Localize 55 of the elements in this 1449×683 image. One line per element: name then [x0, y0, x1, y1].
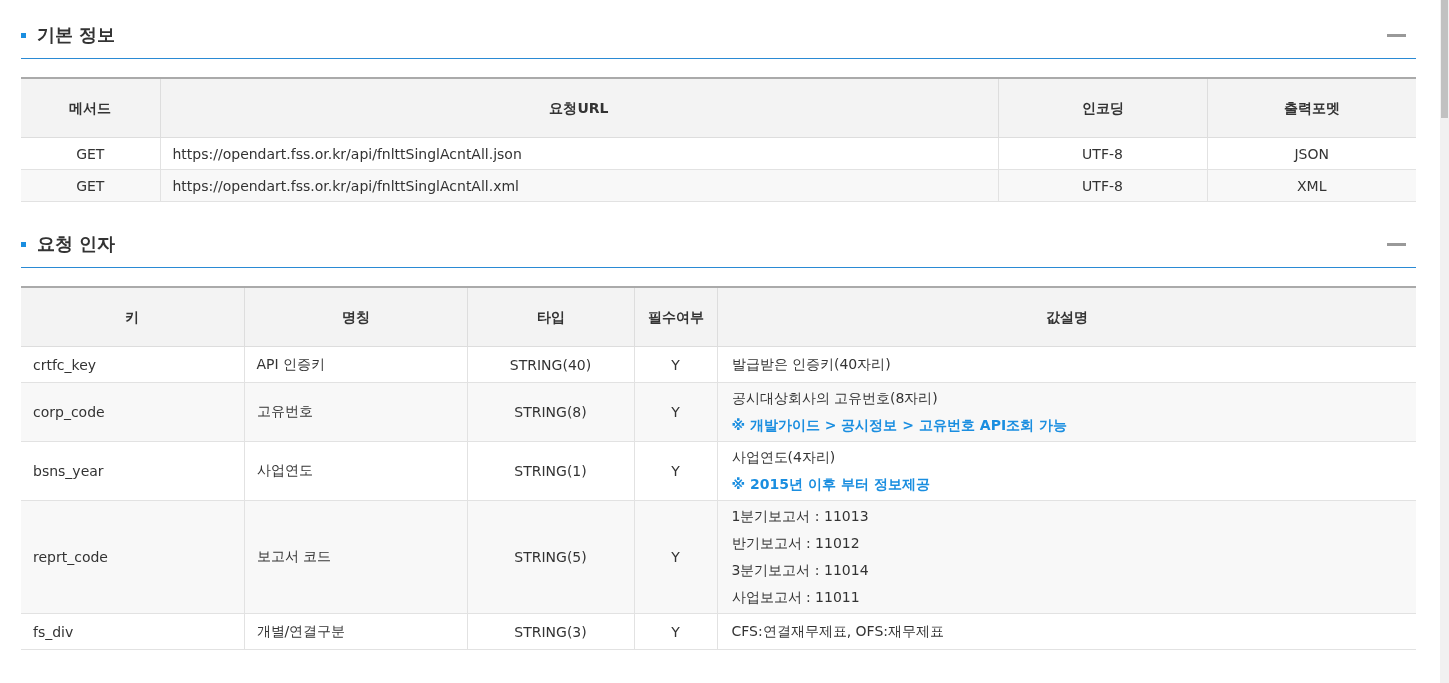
column-header: 메서드 [21, 78, 160, 138]
table-cell: API 인증키 [244, 346, 467, 383]
description-text: 발급받은 인증키(40자리) [731, 355, 892, 374]
table-cell: Y [634, 346, 717, 383]
table-cell: JSON [1207, 137, 1416, 170]
table-cell: corp_code [21, 382, 244, 442]
table-cell: STRING(8) [467, 382, 634, 442]
table-cell: https://opendart.fss.or.kr/api/fnlttSinglAcntAll.json [160, 137, 998, 170]
column-header: 인코딩 [998, 78, 1207, 138]
scrollbar-thumb[interactable] [1441, 0, 1448, 118]
section-title: 요청 인자 [37, 232, 116, 256]
description-text: 공시대상회사의 고유번호(8자리) [731, 389, 939, 408]
description-text: 사업연도(4자리) [731, 448, 837, 467]
table-cell: 고유번호 [244, 382, 467, 442]
column-header: 명칭 [244, 287, 467, 347]
table-cell: fs_div [21, 613, 244, 650]
table-cell: STRING(3) [467, 613, 634, 650]
table-cell: STRING(5) [467, 500, 634, 614]
section-title: 기본 정보 [37, 23, 116, 47]
table-cell: UTF-8 [998, 169, 1207, 202]
table-cell: STRING(40) [467, 346, 634, 383]
table-cell: XML [1207, 169, 1416, 202]
collapse-icon[interactable] [1387, 242, 1406, 246]
description-text: 3분기보고서 : 11014 [731, 561, 870, 580]
column-header: 키 [21, 287, 244, 347]
table-cell: Y [634, 441, 717, 501]
note-text: ※ 개발가이드 > 공시정보 > 고유번호 API조회 가능 [731, 416, 1068, 435]
table-cell: GET [21, 137, 160, 170]
column-header: 출력포멧 [1207, 78, 1416, 138]
table-cell: https://opendart.fss.or.kr/api/fnlttSinglAcntAll.xml [160, 169, 998, 202]
table-cell: crtfc_key [21, 346, 244, 383]
table-cell: reprt_code [21, 500, 244, 614]
description-text: 반기보고서 : 11012 [731, 534, 861, 553]
table-cell: 개별/연결구분 [244, 613, 467, 650]
note-text: ※ 2015년 이후 부터 정보제공 [731, 475, 931, 494]
table-cell: UTF-8 [998, 137, 1207, 170]
table-cell: 사업연도 [244, 441, 467, 501]
description-text: 1분기보고서 : 11013 [731, 507, 870, 526]
table-cell: bsns_year [21, 441, 244, 501]
table-cell: STRING(1) [467, 441, 634, 501]
column-header: 필수여부 [634, 287, 717, 347]
description-text: 사업보고서 : 11011 [731, 588, 861, 607]
table-cell: Y [634, 500, 717, 614]
table-cell: Y [634, 382, 717, 442]
column-header: 값설명 [717, 287, 1416, 347]
scrollbar[interactable] [1440, 0, 1449, 683]
square-bullet-icon [21, 241, 26, 247]
column-header: 타입 [467, 287, 634, 347]
table-cell: GET [21, 169, 160, 202]
column-header: 요청URL [160, 78, 998, 138]
square-bullet-icon [21, 32, 26, 38]
description-text: CFS:연결재무제표, OFS:재무제표 [731, 622, 945, 641]
collapse-icon[interactable] [1387, 33, 1406, 37]
table-cell: Y [634, 613, 717, 650]
table-cell: 보고서 코드 [244, 500, 467, 614]
